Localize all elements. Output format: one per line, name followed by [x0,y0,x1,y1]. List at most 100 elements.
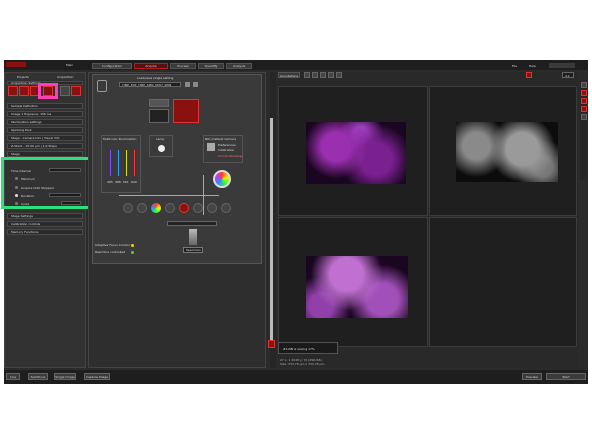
cell-image-magenta-1 [306,122,406,184]
zoom-value: 4.1 [565,74,570,78]
autofocus-button[interactable]: Autofocus [28,373,48,380]
live-button[interactable]: Live [6,373,20,380]
sample-definition-row[interactable]: Sample Definition [7,103,83,109]
radio-cycle[interactable] [15,202,18,205]
objective-1[interactable] [123,203,133,213]
cycle-input[interactable] [61,201,81,205]
viewer-tab[interactable]: Annotations [278,72,300,78]
side-tool-4[interactable] [581,106,587,112]
mode-button-2[interactable] [19,86,29,96]
objective-5[interactable] [179,203,189,213]
radio-acquire-until-stopped[interactable] [15,186,18,189]
side-tool-1[interactable] [581,82,587,88]
side-tool-5[interactable] [581,114,587,120]
specimen-button[interactable]: Specimen [183,247,203,253]
slider-405[interactable] [110,150,111,176]
duration-input[interactable] [49,193,81,197]
light-path-line [119,195,219,196]
camera-box: NN | Default Camera Preferences Calibrat… [203,135,243,163]
cell-image-gray [456,122,558,182]
zoom-field[interactable]: 4.1 [562,72,574,78]
slider-640[interactable] [134,150,135,176]
unlock-readings-label[interactable]: Unlock Readings [218,154,243,158]
tab-quantify[interactable]: Quantify [198,63,224,69]
objective-icon[interactable] [189,229,197,245]
view-tool-active[interactable] [526,72,532,78]
view-tool-3[interactable] [320,72,326,78]
illumination-settings-row[interactable]: Illumination settings [7,119,83,125]
preview-button[interactable]: Preview [522,373,542,380]
status-text: #1-NN is saving 17% [283,347,315,351]
tab-acquisition[interactable]: Acquisition [57,75,73,79]
view-tool-2[interactable] [312,72,318,78]
save-icon[interactable] [185,82,190,87]
lamp-icon[interactable] [158,145,165,152]
channel-block-right[interactable] [173,99,199,123]
objective-7[interactable] [207,203,217,213]
view-tool-5[interactable] [336,72,342,78]
real-time-indicator [131,251,134,254]
multicolor-label: Multicolor Illumination [103,137,137,141]
slider-561[interactable] [126,150,127,176]
account-button[interactable]: Main [66,63,73,67]
help-menu[interactable]: Help [529,64,536,68]
stage-settings-row[interactable]: Stage Settings [7,213,83,219]
preferences-label[interactable]: Preferences [218,143,236,147]
view-tool-1[interactable] [304,72,310,78]
objective-8[interactable] [221,203,231,213]
viewport-bottom-right[interactable] [429,217,577,347]
objective-2[interactable] [137,203,147,213]
tab-configuration[interactable]: Configuration [92,63,132,69]
calibration-row[interactable]: Calibration controls [7,221,83,227]
viewer-panel: Annotations 4.1 #1-NN is saving 17% 27 x… [268,72,578,368]
z-stack-row[interactable]: Z-Stack - 15.00 µm | 1.0 Steps [7,143,83,149]
mode-button-1[interactable] [8,86,18,96]
side-tool-3[interactable] [581,98,587,104]
mode-button-6[interactable] [71,86,81,96]
camera-info-row[interactable]: Stage - Camera Info | Visual Info [7,135,83,141]
tab-acquire[interactable]: Acquire [134,63,168,69]
z-slider-track[interactable] [270,118,273,348]
lamp-box: Lamp [149,135,173,157]
slider-label-561: 561 [123,180,129,184]
tab-projects[interactable]: Projects [17,75,29,79]
lock-icon[interactable] [97,80,107,92]
adaptive-focus-indicator [131,244,134,247]
memory-functions-row[interactable]: Memory Functions [7,229,83,235]
single-image-button[interactable]: Single Image [54,373,76,380]
camera-icon[interactable] [207,143,215,151]
side-tool-2[interactable] [581,90,587,96]
adaptive-focus-label: Adaptive Focus Control [95,243,130,247]
z-slider-handle[interactable] [268,340,275,348]
spinning-disk-row[interactable]: Spinning Disk [7,127,83,133]
time-interval-input[interactable] [49,168,81,172]
window-controls[interactable] [549,63,575,68]
tab-process[interactable]: Process [170,63,196,69]
slider-488[interactable] [118,150,119,176]
capture-image-button[interactable]: Capture Image [84,373,110,380]
folder-icon[interactable] [193,82,198,87]
exposure-row[interactable]: Image 1 Exposure: 156 ms [7,111,83,117]
mode-button-5[interactable] [60,86,70,96]
calibration-label[interactable]: Calibration [218,148,234,152]
left-panel: Projects Acquisition Acquisition Setting… [1,72,99,368]
file-menu[interactable]: File [512,64,517,68]
logo [6,62,26,67]
objective-4[interactable] [165,203,175,213]
radio-minimum[interactable] [15,177,18,180]
view-tool-4[interactable] [328,72,334,78]
camera-label: NN | Default Camera [205,137,237,141]
objective-6[interactable] [193,203,203,213]
start-button[interactable]: Start [546,373,586,380]
objective-3[interactable] [151,203,161,213]
filter-wheel[interactable] [213,170,231,188]
time-lapse-mode-button[interactable] [43,86,53,96]
tab-analysis[interactable]: Analysis [226,63,252,69]
slider-label-640: 640 [131,180,137,184]
footer-bar: Live Autofocus Single Image Capture Imag… [4,370,588,384]
setting-dropdown[interactable]: TIME_EXP_TIME_SPIN_SPOT_SPIN [119,82,181,87]
viewer-toolbar-right [580,80,588,180]
radio-duration[interactable] [15,194,18,197]
channel-block-dark[interactable] [149,109,169,123]
channel-block-left[interactable] [149,99,169,107]
